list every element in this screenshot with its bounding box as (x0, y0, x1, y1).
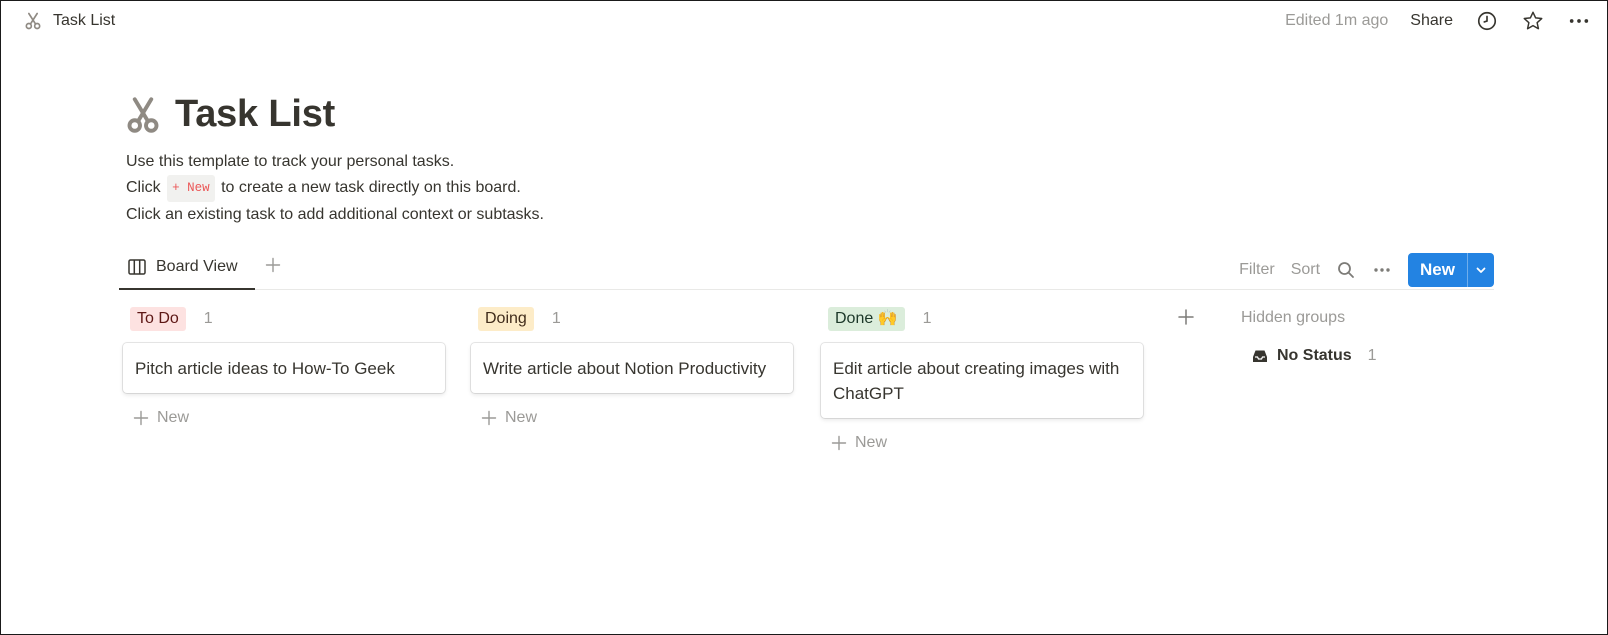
share-button[interactable]: Share (1410, 12, 1453, 30)
star-icon[interactable] (1521, 9, 1545, 33)
chevron-down-icon[interactable] (1467, 253, 1494, 287)
add-task-label: New (157, 409, 190, 426)
add-task-button[interactable]: New (821, 430, 1143, 456)
board-icon (127, 257, 147, 277)
add-task-label: New (505, 409, 538, 426)
tab-label: Board View (156, 258, 238, 275)
new-button[interactable]: New (1408, 253, 1494, 287)
column-header[interactable]: Doing 1 (471, 304, 793, 334)
plus-icon (265, 257, 281, 278)
board-column-done: Done 🙌 1 Edit article about creating ima… (821, 304, 1143, 456)
page-title[interactable]: Task List (175, 93, 335, 136)
description-text: to create a new task directly on this bo… (221, 178, 521, 196)
description-line: Click + New to create a new task directl… (126, 174, 544, 202)
plus-icon (481, 410, 497, 426)
inbox-icon (1251, 347, 1269, 365)
breadcrumb[interactable]: Task List (23, 11, 115, 31)
status-tag: Done 🙌 (828, 307, 905, 331)
more-icon[interactable] (1567, 9, 1591, 33)
task-card[interactable]: Write article about Notion Productivity (471, 343, 793, 393)
plus-icon (1177, 308, 1195, 331)
column-count: 1 (203, 310, 213, 327)
breadcrumb-title: Task List (53, 12, 116, 29)
board-column-todo: To Do 1 Pitch article ideas to How-To Ge… (123, 304, 445, 431)
view-bar: Board View Filter Sort New (119, 246, 1494, 290)
add-task-button[interactable]: New (123, 405, 445, 431)
description-text: Click (126, 178, 161, 196)
top-bar: Task List Edited 1m ago Share (1, 1, 1607, 41)
add-task-label: New (855, 434, 888, 451)
add-task-button[interactable]: New (471, 405, 793, 431)
new-button-label[interactable]: New (1408, 253, 1467, 287)
description-line: Click an existing task to add additional… (126, 206, 544, 223)
inline-code: + New (167, 174, 215, 202)
no-status-count: 1 (1367, 347, 1377, 364)
more-icon[interactable] (1372, 260, 1392, 280)
task-card[interactable]: Edit article about creating images with … (821, 343, 1143, 418)
filter-button[interactable]: Filter (1239, 261, 1275, 279)
column-header[interactable]: To Do 1 (123, 304, 445, 334)
page-header: Task List (125, 93, 335, 136)
add-group-button[interactable] (1174, 307, 1198, 331)
page-description: Use this template to track your personal… (126, 149, 544, 228)
task-card[interactable]: Pitch article ideas to How-To Geek (123, 343, 445, 393)
tab-board-view[interactable]: Board View (119, 246, 255, 290)
search-icon[interactable] (1336, 260, 1356, 280)
status-tag: To Do (130, 307, 186, 331)
column-count: 1 (922, 310, 932, 327)
edited-timestamp: Edited 1m ago (1285, 12, 1389, 29)
scissors-icon (23, 11, 43, 31)
column-count: 1 (551, 310, 561, 327)
sort-button[interactable]: Sort (1291, 261, 1320, 279)
scissors-icon[interactable] (125, 95, 161, 135)
column-header[interactable]: Done 🙌 1 (821, 304, 1143, 334)
hidden-groups-label: Hidden groups (1241, 309, 1346, 326)
no-status-group[interactable]: No Status 1 (1251, 347, 1377, 365)
app-window: Task List Edited 1m ago Share Task List … (0, 0, 1608, 635)
clock-icon[interactable] (1475, 9, 1499, 33)
plus-icon (831, 435, 847, 451)
board-column-doing: Doing 1 Write article about Notion Produ… (471, 304, 793, 431)
no-status-label: No Status (1277, 347, 1352, 364)
description-line: Use this template to track your personal… (126, 153, 455, 170)
plus-icon (133, 410, 149, 426)
status-tag: Doing (478, 307, 534, 331)
add-view-button[interactable] (261, 255, 285, 279)
